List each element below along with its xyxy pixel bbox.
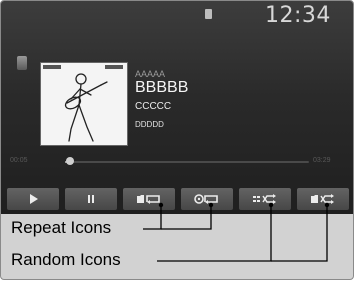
- repeat-folder-button[interactable]: [123, 188, 175, 210]
- clock: 12:34: [265, 3, 331, 28]
- audio-screen: 12:34 AAAAA BBBBB CCCCC DDDDD 00:05 03:2…: [1, 1, 353, 214]
- random-folder-button[interactable]: [297, 188, 349, 210]
- progress-bar[interactable]: [65, 157, 309, 165]
- progress-knob[interactable]: [65, 157, 74, 165]
- random-icons-label: Random Icons: [11, 250, 121, 269]
- shuffle-icon: [253, 194, 276, 204]
- guitarist-illustration: [43, 65, 123, 142]
- album-art: [40, 62, 128, 146]
- figure-frame: 12:34 AAAAA BBBBB CCCCC DDDDD 00:05 03:2…: [0, 0, 354, 280]
- track-title: BBBBB: [135, 79, 189, 96]
- repeat-track-icon: [194, 194, 218, 204]
- play-button[interactable]: [7, 188, 59, 210]
- album-name: AAAAA: [135, 69, 166, 79]
- remaining-time: 03:29: [313, 157, 331, 164]
- pause-button[interactable]: [65, 188, 117, 210]
- playback-controls: [7, 188, 349, 210]
- elapsed-time: 00:05: [10, 157, 28, 164]
- artist-name: CCCCC: [135, 101, 172, 112]
- status-icon: [205, 9, 212, 19]
- shuffle-folder-icon: [311, 194, 334, 204]
- repeat-folder-icon: [137, 195, 160, 204]
- play-icon: [30, 194, 38, 204]
- repeat-icons-label: Repeat Icons: [11, 218, 112, 237]
- source-icon[interactable]: [17, 56, 27, 70]
- random-button[interactable]: [239, 188, 291, 210]
- pause-icon: [88, 195, 94, 203]
- track-info: DDDDD: [135, 120, 164, 129]
- repeat-track-button[interactable]: [181, 188, 233, 210]
